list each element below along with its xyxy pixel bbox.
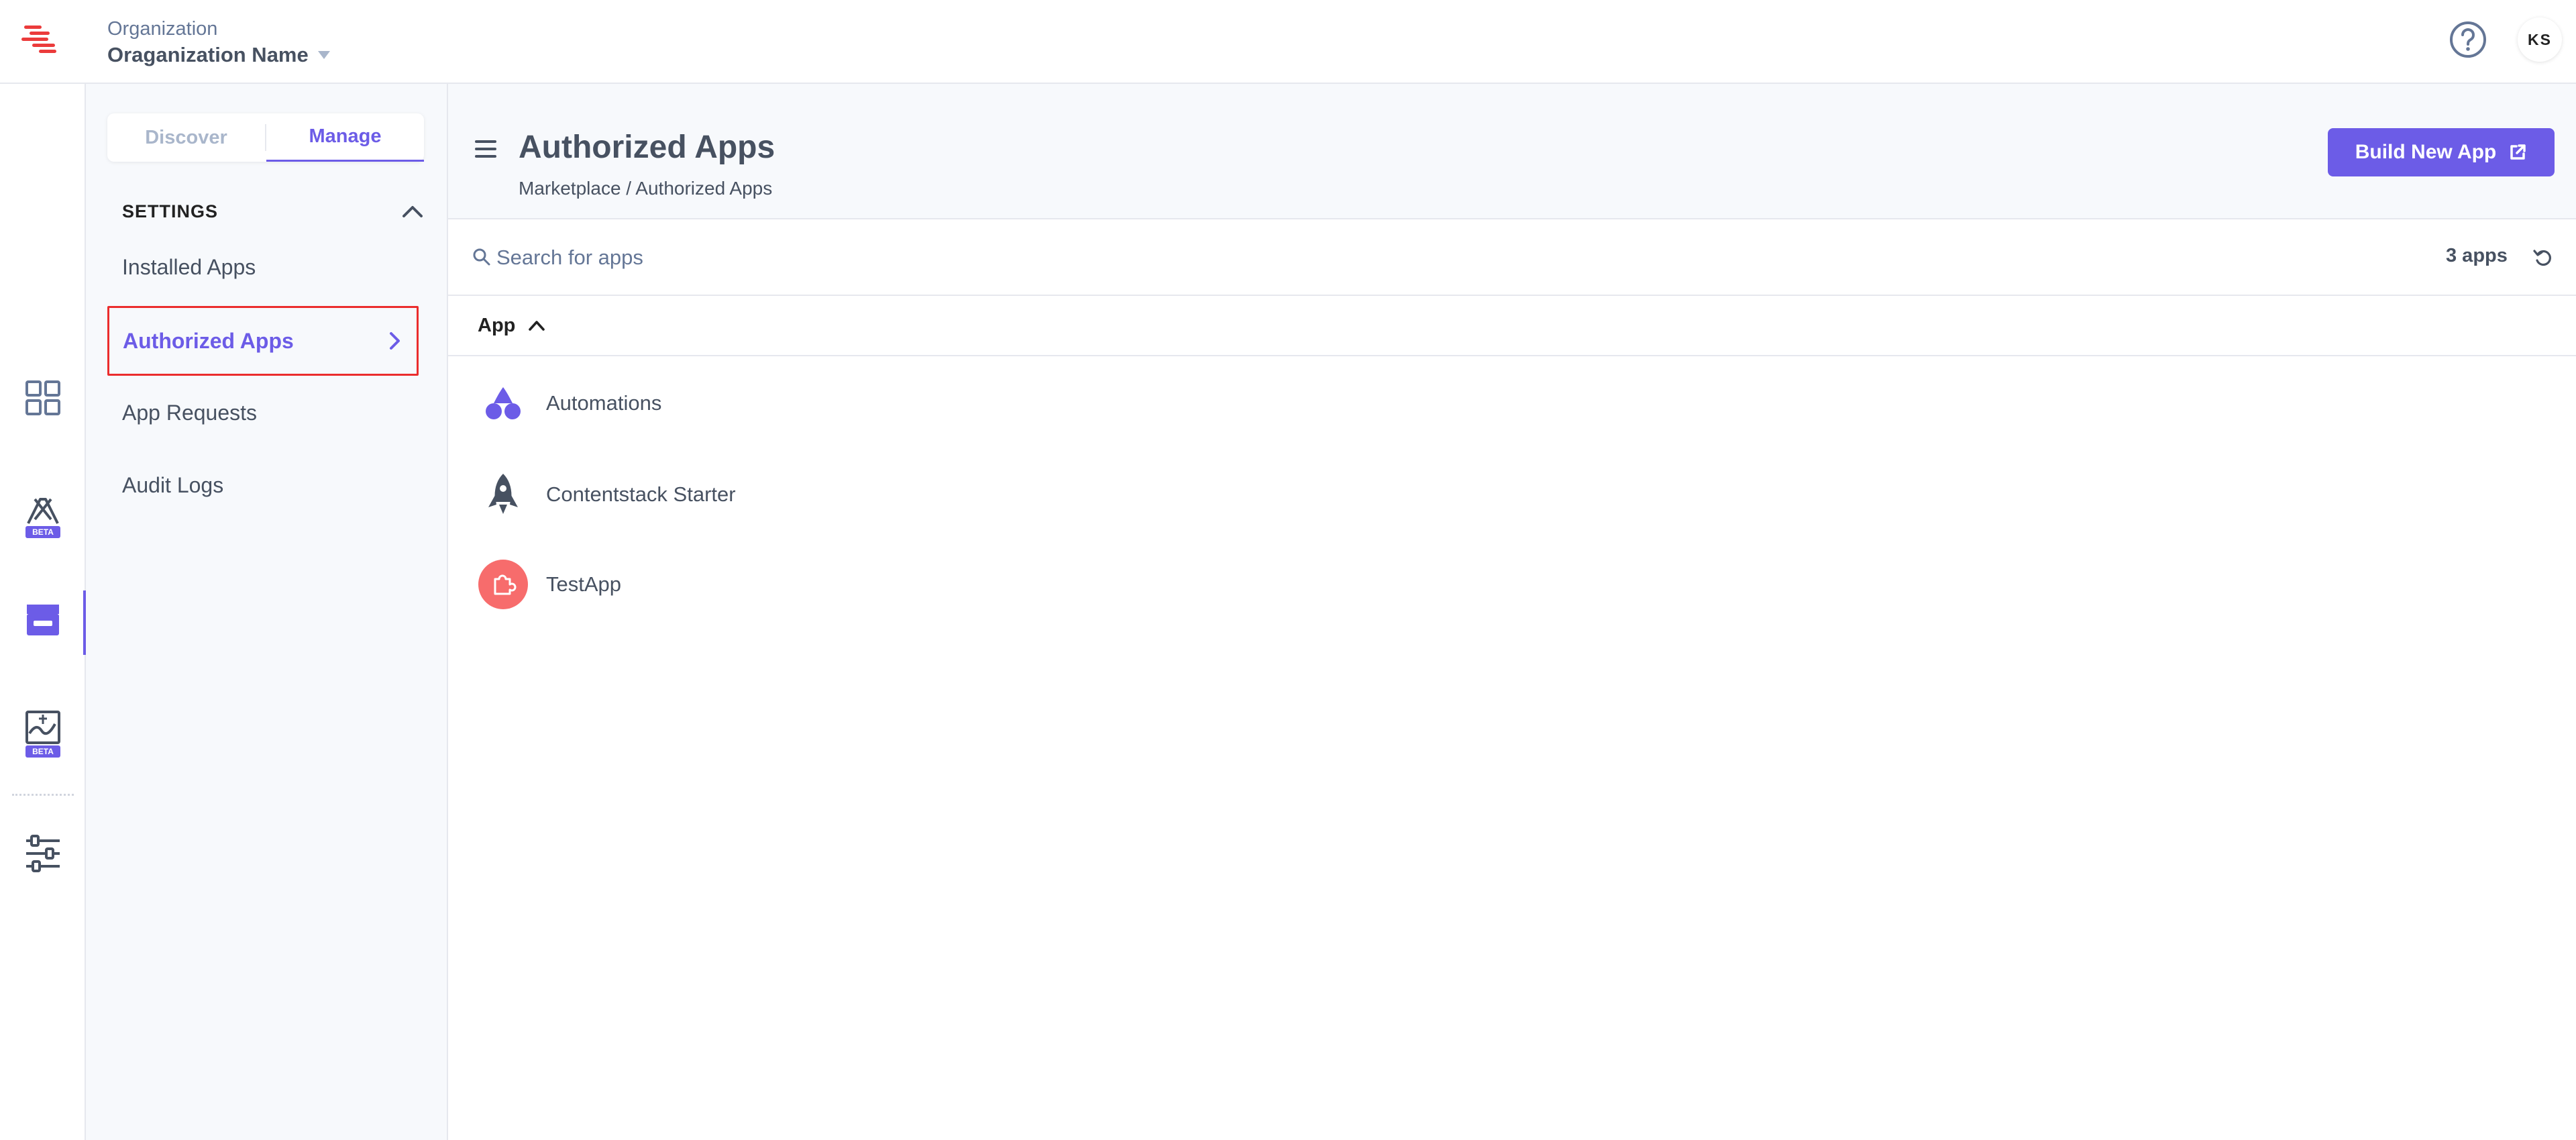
org-switcher[interactable]: Organization Oraganization Name xyxy=(107,17,330,70)
chevron-up-icon[interactable] xyxy=(401,204,424,219)
puzzle-app-icon xyxy=(478,559,529,610)
table-row[interactable]: Contentstack Starter xyxy=(478,468,736,521)
tab-discover[interactable]: Discover xyxy=(107,113,265,162)
apps-count: 3 apps xyxy=(2446,245,2508,266)
sidebar-item-label: Authorized Apps xyxy=(123,328,294,353)
search-input[interactable] xyxy=(496,241,1301,274)
caret-down-icon xyxy=(317,51,330,59)
external-link-icon xyxy=(2510,144,2526,160)
chevron-right-icon xyxy=(390,332,400,350)
settings-sidebar: Discover Manage SETTINGS Installed Apps … xyxy=(86,84,448,1140)
sort-ascending-icon[interactable] xyxy=(527,319,546,332)
top-bar: Organization Oraganization Name KS xyxy=(0,0,2576,84)
app-name[interactable]: TestApp xyxy=(546,572,621,597)
rocket-app-icon xyxy=(478,469,529,520)
rail-settings[interactable] xyxy=(0,834,86,873)
rail-dashboard[interactable] xyxy=(0,379,86,417)
refresh-icon[interactable] xyxy=(2532,246,2555,269)
sidebar-item-installed-apps[interactable]: Installed Apps xyxy=(122,255,256,280)
rail-automations[interactable]: BETA xyxy=(0,490,86,539)
svg-text:BETA: BETA xyxy=(32,747,54,756)
page-title: Authorized Apps xyxy=(519,129,775,165)
svg-text:BETA: BETA xyxy=(32,527,54,537)
org-name[interactable]: Oraganization Name xyxy=(107,40,330,70)
rail-launch[interactable]: BETA xyxy=(0,709,86,759)
org-label: Organization xyxy=(107,18,218,40)
launch-beta-icon: BETA xyxy=(25,711,60,758)
left-rail: BETA BETA xyxy=(0,84,86,1140)
rail-marketplace[interactable] xyxy=(0,602,86,638)
search-icon xyxy=(473,248,490,266)
dashboard-icon xyxy=(25,380,60,415)
settings-section-header[interactable]: SETTINGS xyxy=(122,198,424,225)
rail-divider xyxy=(12,794,74,796)
table-row[interactable]: TestApp xyxy=(478,558,621,611)
page-header: Authorized Apps Marketplace / Authorized… xyxy=(448,84,2576,219)
build-new-app-button[interactable]: Build New App xyxy=(2328,128,2555,176)
build-new-app-label: Build New App xyxy=(2355,141,2497,163)
settings-section-title: SETTINGS xyxy=(122,201,219,221)
main-content: Authorized Apps Marketplace / Authorized… xyxy=(448,84,2576,1140)
user-avatar[interactable]: KS xyxy=(2518,17,2562,62)
app-root: Organization Oraganization Name KS BETA … xyxy=(0,0,2576,1140)
hamburger-menu-icon[interactable] xyxy=(475,139,496,159)
app-name[interactable]: Contentstack Starter xyxy=(546,482,736,507)
tab-manage[interactable]: Manage xyxy=(266,113,424,162)
search-bar: 3 apps xyxy=(448,219,2576,296)
automations-beta-icon: BETA xyxy=(25,498,60,538)
automations-app-icon xyxy=(478,378,529,429)
sidebar-item-app-requests[interactable]: App Requests xyxy=(122,401,257,425)
table-row[interactable]: Automations xyxy=(478,376,661,430)
mode-toggle: Discover Manage xyxy=(107,113,424,162)
org-name-text: Oraganization Name xyxy=(107,43,309,66)
column-header-app[interactable]: App xyxy=(478,315,515,337)
sidebar-item-audit-logs[interactable]: Audit Logs xyxy=(122,473,223,498)
table-header[interactable]: App xyxy=(448,296,2576,356)
settings-sliders-icon xyxy=(26,835,60,872)
app-name[interactable]: Automations xyxy=(546,391,661,415)
marketplace-icon xyxy=(27,605,59,635)
help-icon[interactable] xyxy=(2449,20,2487,59)
contentstack-logo-icon[interactable] xyxy=(20,23,63,58)
breadcrumb: Marketplace / Authorized Apps xyxy=(519,178,773,199)
sidebar-item-authorized-apps[interactable]: Authorized Apps xyxy=(107,306,419,376)
